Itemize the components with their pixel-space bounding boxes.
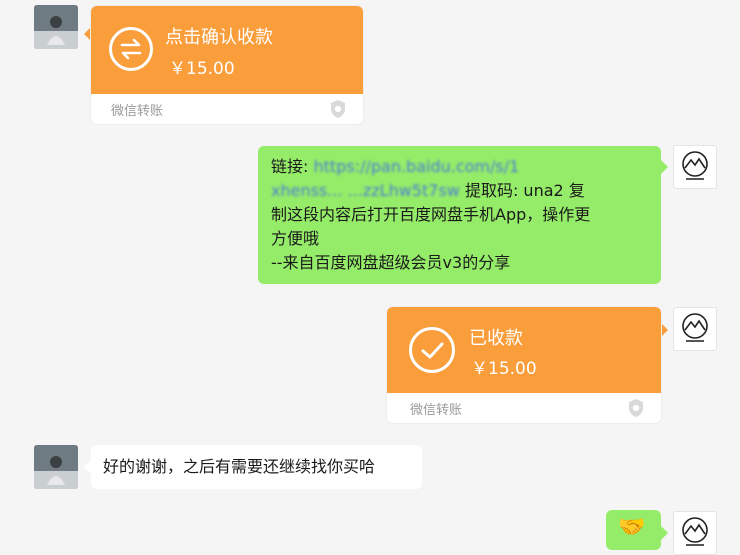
mountain-logo-icon [682, 517, 708, 546]
link-prefix: 链接: [271, 157, 309, 176]
message-bubble-emoji[interactable]: 🤝 [606, 510, 661, 550]
transfer-type-label: 微信转账 [410, 403, 463, 418]
message-line: 方便哦 [271, 229, 320, 248]
message-bubble-text[interactable]: 好的谢谢，之后有需要还继续找你买哈 [91, 445, 422, 489]
transfer-status: 点击确认收款 [165, 27, 273, 48]
message-line: --来自百度网盘超级会员v3的分享 [271, 253, 511, 272]
my-avatar[interactable] [673, 511, 717, 555]
contact-avatar[interactable] [34, 445, 78, 489]
message-line: xhenss... ...zzLhw5t7sw 提取码: una2 复 [271, 179, 649, 203]
shield-icon [629, 399, 643, 417]
transfer-card-received[interactable]: 已收款 ￥15.00 微信转账 [387, 307, 661, 423]
message-bubble-link[interactable]: 链接: https://pan.baidu.com/s/1 xhenss... … [258, 146, 661, 284]
transfer-card-footer: 微信转账 [387, 393, 661, 423]
share-link-continued[interactable]: xhenss... ...zzLhw5t7sw [271, 181, 460, 200]
bubble-tail [84, 460, 91, 474]
transfer-amount: ￥15.00 [169, 59, 235, 79]
bubble-tail [661, 526, 668, 540]
transfer-status: 已收款 [469, 328, 523, 349]
bubble-tail [661, 160, 668, 174]
shield-icon [331, 100, 345, 118]
transfer-card-header: 点击确认收款 ￥15.00 [91, 6, 363, 94]
transfer-card-pending[interactable]: 点击确认收款 ￥15.00 微信转账 [91, 6, 363, 124]
share-link[interactable]: https://pan.baidu.com/s/1 [314, 157, 520, 176]
person-photo-icon [34, 5, 78, 49]
my-avatar[interactable] [673, 145, 717, 189]
message-line: 制这段内容后打开百度网盘手机App，操作更 [271, 205, 591, 224]
transfer-card-footer: 微信转账 [91, 94, 363, 124]
transfer-card-header: 已收款 ￥15.00 [387, 307, 661, 393]
transfer-type-label: 微信转账 [111, 104, 164, 119]
contact-avatar[interactable] [34, 5, 78, 49]
bubble-tail [84, 27, 91, 41]
extraction-code: 提取码: una2 复 [464, 181, 585, 200]
mountain-logo-icon [682, 313, 708, 342]
check-circle-icon [409, 327, 455, 373]
person-photo-icon [34, 445, 78, 489]
handshake-icon: 🤝 [618, 515, 646, 540]
transfer-amount: ￥15.00 [471, 359, 537, 379]
mountain-logo-icon [682, 151, 708, 180]
transfer-arrows-icon [109, 27, 153, 71]
message-line: 链接: https://pan.baidu.com/s/1 [271, 155, 649, 179]
bubble-tail [661, 323, 668, 337]
my-avatar[interactable] [673, 307, 717, 351]
